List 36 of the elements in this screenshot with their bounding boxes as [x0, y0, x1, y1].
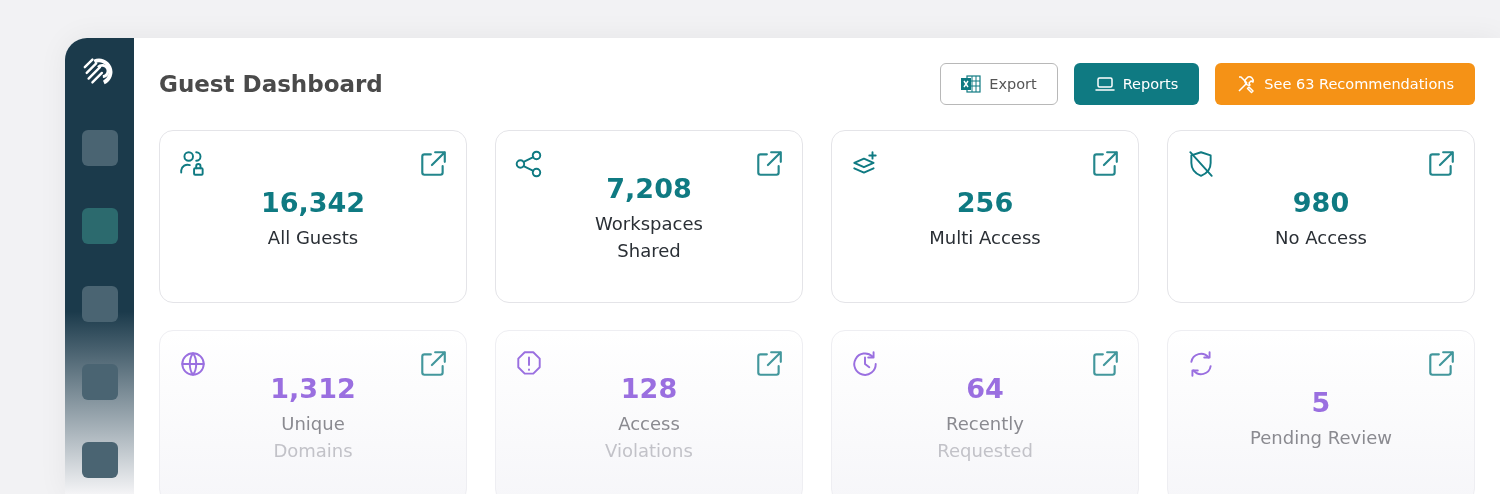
tools-icon	[1236, 74, 1257, 94]
external-link-icon[interactable]	[1426, 349, 1456, 379]
stat-label: Multi Access	[929, 225, 1041, 250]
laptop-icon	[1094, 76, 1115, 92]
external-link-icon[interactable]	[418, 149, 448, 179]
external-link-icon[interactable]	[418, 349, 448, 379]
stat-value: 128	[620, 373, 678, 404]
stat-value: 256	[956, 186, 1014, 218]
external-link-icon[interactable]	[1090, 349, 1120, 379]
stat-value: 5	[1311, 386, 1331, 418]
stat-value: 1,312	[270, 373, 356, 404]
external-link-icon[interactable]	[1090, 149, 1120, 179]
sidebar-item[interactable]	[81, 208, 118, 244]
stat-card[interactable]: 16,342 All Guests	[159, 130, 467, 303]
stat-value: 16,342	[260, 186, 366, 218]
reports-button[interactable]: Reports	[1073, 63, 1200, 105]
external-link-icon[interactable]	[754, 349, 784, 379]
stat-value: 64	[966, 373, 1004, 404]
sidebar-item[interactable]	[81, 286, 118, 322]
spreadsheet-icon	[961, 75, 982, 93]
stat-card[interactable]: 256 Multi Access	[831, 130, 1139, 303]
stat-label: No Access	[1275, 225, 1367, 250]
stat-label: Pending Review	[1250, 425, 1392, 450]
stat-label: Workspaces Shared	[595, 212, 703, 263]
stat-value: 980	[1292, 186, 1350, 218]
sidebar-item[interactable]	[81, 442, 118, 478]
export-button[interactable]: Export	[940, 63, 1058, 105]
stat-value: 7,208	[606, 173, 692, 204]
sidebar-item[interactable]	[81, 130, 118, 166]
external-link-icon[interactable]	[1426, 149, 1456, 179]
stat-label: All Guests	[267, 225, 359, 250]
stat-card[interactable]: 5 Pending Review	[1167, 330, 1475, 494]
external-link-icon[interactable]	[754, 149, 784, 179]
stat-card[interactable]: 980 No Access	[1167, 130, 1475, 303]
page-title: Guest Dashboard	[159, 71, 383, 97]
stat-card[interactable]: 7,208 Workspaces Shared	[495, 130, 803, 303]
